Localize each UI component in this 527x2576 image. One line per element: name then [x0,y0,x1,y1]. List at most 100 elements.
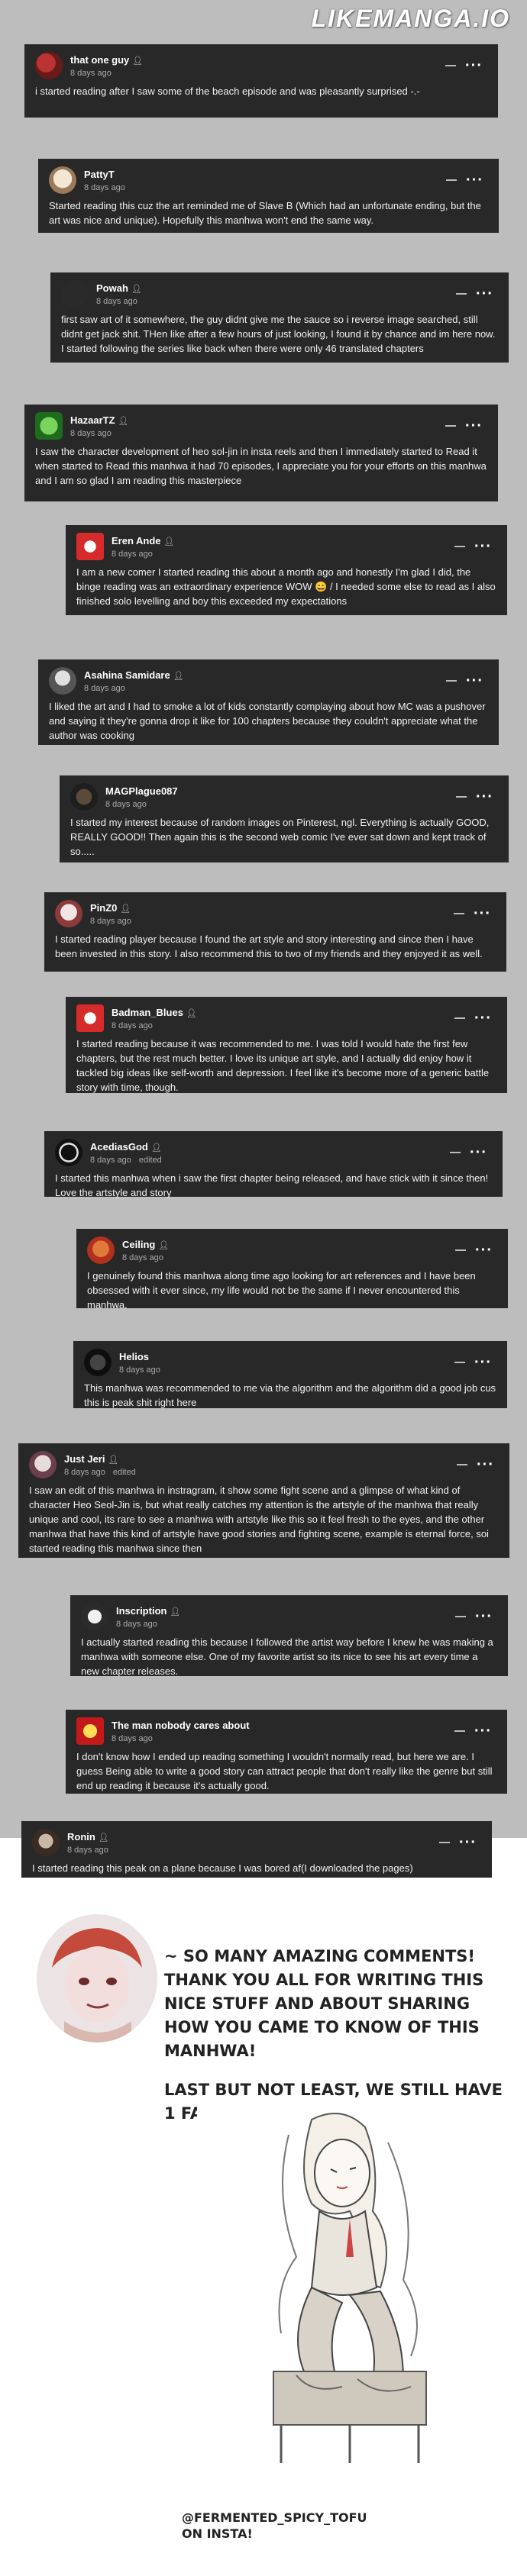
more-dots-icon[interactable]: ··· [474,539,492,554]
more-dots-icon[interactable]: ··· [475,1243,493,1258]
dash-icon[interactable] [450,1152,461,1153]
avatar[interactable] [35,52,63,79]
author-avatar [37,1914,157,2042]
comment-text: I liked the art and I had to smoke a lot… [49,701,486,741]
dash-icon[interactable] [446,179,457,181]
dash-icon[interactable] [445,425,457,427]
more-dots-icon[interactable]: ··· [474,1723,492,1739]
comment-author[interactable]: MAGPlague087 [105,785,178,797]
more-dots-icon[interactable]: ··· [465,58,483,73]
comment-author[interactable]: PinZ0 [90,902,117,914]
comment-author[interactable]: that one guy [70,54,129,66]
comment-author[interactable]: Helios [119,1351,149,1362]
more-dots-icon[interactable]: ··· [477,1457,494,1472]
dash-icon[interactable] [454,1017,466,1019]
avatar[interactable] [49,166,76,194]
comment-author[interactable]: Asahina Samidare [84,669,170,681]
avatar[interactable] [29,1451,57,1478]
comment-time: 8 days ago [112,1021,153,1030]
comment-card: Asahina Samidare 👤︎ 8 days ago ··· I like… [38,659,499,745]
comment-text: I started reading player because I found… [55,933,483,959]
comment-card: Badman_Blues 👤︎ 8 days ago ··· I started … [66,997,507,1093]
person-icon: 👤︎ [108,1456,119,1465]
dash-icon[interactable] [454,1730,466,1732]
more-dots-icon[interactable]: ··· [476,286,493,301]
comment-time: 8 days ago [70,429,112,438]
comment-time: 8 days ago [90,917,131,926]
comment-text: I started this manhwa when i saw the fir… [55,1172,489,1198]
comment-author[interactable]: HazaarTZ [70,414,115,426]
more-dots-icon[interactable]: ··· [466,673,483,688]
comment-author[interactable]: Badman_Blues [112,1007,183,1018]
comment-card: Inscription 👤︎ 8 days ago ··· I actually … [70,1595,508,1677]
more-dots-icon[interactable]: ··· [474,1011,492,1026]
avatar[interactable] [81,1603,108,1630]
avatar[interactable] [84,1349,112,1376]
author-portrait-icon [37,1914,157,2042]
avatar[interactable] [55,900,82,927]
dash-icon[interactable] [455,1249,467,1251]
fanart-sketch-icon [197,2104,466,2471]
dash-icon[interactable] [455,1616,467,1617]
dash-icon[interactable] [457,1464,468,1465]
comment-time: 8 days ago [84,684,125,693]
comment-author[interactable]: Eren Ande [112,535,161,546]
more-dots-icon[interactable]: ··· [470,1145,487,1160]
avatar[interactable] [87,1236,115,1264]
comment-time: 8 days ago [70,69,112,78]
artist-credit: @FERMENTED_SPICY_TOFU ON INSTA! [182,2510,380,2542]
more-dots-icon[interactable]: ··· [466,172,483,188]
comment-author[interactable]: The man nobody cares about [112,1720,250,1731]
more-dots-icon[interactable]: ··· [474,906,491,921]
comment-time: 8 days ago edited [90,1156,450,1165]
comment-text: I started reading this peak on a plane b… [32,1862,413,1874]
comment-author[interactable]: Ronin [67,1831,95,1843]
comment-author[interactable]: Ceiling [122,1239,155,1250]
comment-author[interactable]: Inscription [116,1605,167,1617]
comment-time-value: 8 days ago [90,1156,131,1165]
dash-icon[interactable] [446,680,457,682]
more-dots-icon[interactable]: ··· [476,789,493,804]
comment-text: I saw the character development of heo s… [35,446,487,486]
dash-icon[interactable] [456,796,467,798]
avatar[interactable] [76,1717,104,1745]
comment-text: I don't know how I ended up reading some… [76,1751,493,1791]
person-icon: 👤︎ [98,1833,109,1843]
comment-card: MAGPlague087 8 days ago ··· I started my… [60,775,509,862]
dash-icon[interactable] [439,1842,451,1843]
comment-author[interactable]: Powah [96,282,128,294]
edited-label: edited [138,1156,162,1165]
more-dots-icon[interactable]: ··· [475,1609,493,1624]
comment-author[interactable]: AcediasGod [90,1141,148,1153]
more-dots-icon[interactable]: ··· [465,418,483,434]
comment-card: The man nobody cares about 8 days ago ··… [66,1710,507,1794]
more-dots-icon[interactable]: ··· [474,1355,492,1370]
comment-author[interactable]: Just Jeri [64,1453,105,1465]
dash-icon[interactable] [454,546,466,547]
comment-author[interactable]: PattyT [84,169,115,180]
dash-icon[interactable] [456,293,467,295]
person-icon: 👤︎ [118,417,129,426]
avatar[interactable] [61,280,89,308]
comment-time: 8 days ago [96,297,137,306]
comment-time: 8 days ago [84,183,125,192]
comment-text: I started my interest because of random … [70,817,490,857]
dash-icon[interactable] [454,913,465,914]
avatar[interactable] [35,412,63,440]
more-dots-icon[interactable]: ··· [459,1835,477,1850]
artist-handle[interactable]: @FERMENTED_SPICY_TOFU [182,2510,380,2526]
person-icon: 👤︎ [131,285,142,294]
comment-card: Ceiling 👤︎ 8 days ago ··· I genuinely fou… [76,1229,508,1311]
person-icon: 👤︎ [170,1607,181,1617]
avatar[interactable] [32,1829,60,1856]
person-icon: 👤︎ [120,904,131,914]
avatar[interactable] [49,667,76,695]
avatar[interactable] [76,533,104,560]
avatar[interactable] [70,783,98,811]
comment-card: HazaarTZ 👤︎ 8 days ago ··· I saw the char… [24,405,498,501]
dash-icon[interactable] [454,1362,466,1363]
avatar[interactable] [55,1139,82,1166]
avatar[interactable] [76,1004,104,1032]
dash-icon[interactable] [445,65,457,66]
comment-text: I saw an edit of this manhwa in instragr… [29,1485,489,1554]
